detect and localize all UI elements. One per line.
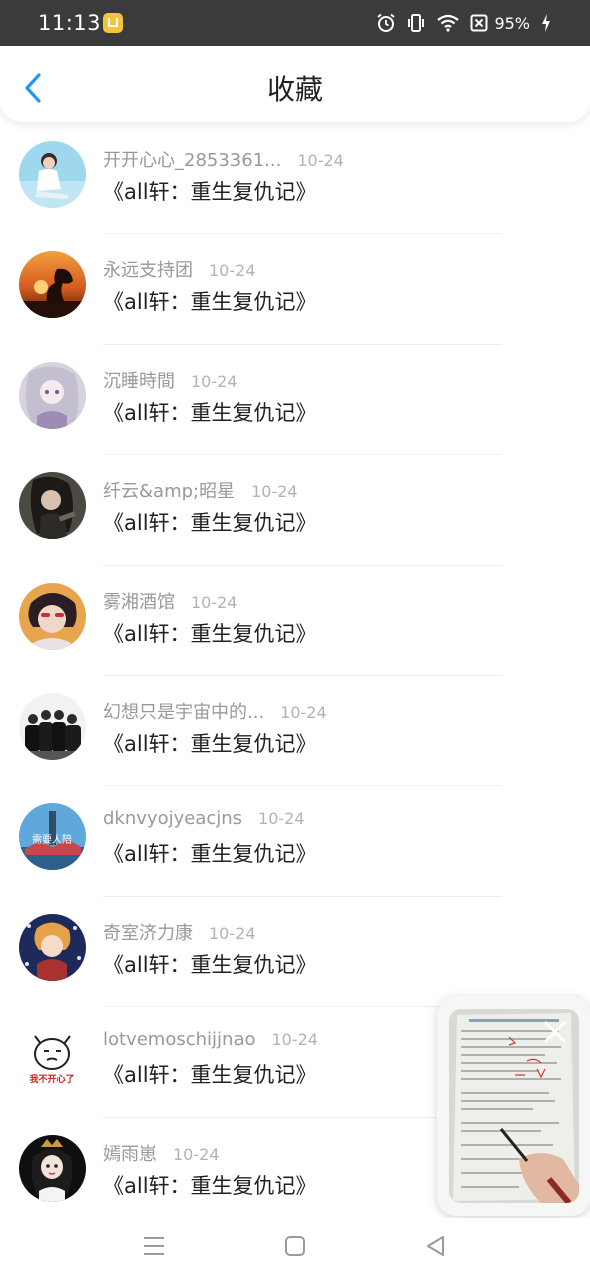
item-meta: 嫣雨崽 10-24: [103, 1140, 220, 1166]
wifi-icon: [437, 14, 460, 32]
date: 10-24: [173, 1144, 220, 1164]
item-meta: lotvemoschijjnao 10-24: [103, 1029, 318, 1050]
status-icons: 95%: [376, 11, 552, 35]
avatar-text: 需要人陪: [32, 833, 72, 846]
username[interactable]: 开开心心_2853361...: [103, 146, 281, 172]
header: 收藏: [0, 46, 590, 122]
collection-title[interactable]: 《all轩：重生复仇记》: [103, 1170, 317, 1200]
item-meta: 纤云&amp;昭星 10-24: [103, 477, 298, 503]
status-bar: 11:13 95%: [0, 0, 590, 46]
collection-title[interactable]: 《all轩：重生复仇记》: [103, 507, 317, 537]
menu-icon[interactable]: [139, 1231, 169, 1261]
date: 10-24: [209, 923, 256, 943]
collection-title[interactable]: 《all轩：重生复仇记》: [103, 397, 317, 427]
status-time: 11:13: [38, 11, 102, 35]
avatar[interactable]: [19, 582, 86, 650]
item-meta: 沉睡時間 10-24: [103, 367, 238, 393]
notification-app-icon: [103, 13, 123, 33]
avatar[interactable]: [19, 913, 86, 981]
item-meta: 奇室济力康 10-24: [103, 919, 256, 945]
date: 10-24: [191, 371, 238, 391]
sim-off-icon: [470, 14, 488, 32]
date: 10-24: [251, 482, 298, 502]
username[interactable]: 幻想只是宇宙中的...: [103, 698, 264, 724]
collection-title[interactable]: 《all轩：重生复仇记》: [103, 1059, 317, 1089]
avatar[interactable]: [19, 361, 86, 429]
vibrate-icon: [408, 14, 425, 32]
username[interactable]: 嫣雨崽: [103, 1140, 157, 1166]
avatar[interactable]: [19, 472, 86, 540]
list-item[interactable]: 沉睡時間 10-24 《all轩：重生复仇记》: [0, 345, 590, 456]
collection-title[interactable]: 《all轩：重生复仇记》: [103, 176, 317, 206]
date: 10-24: [209, 261, 256, 281]
item-meta: 永远支持团 10-24: [103, 256, 256, 282]
list-item[interactable]: 开开心心_2853361... 10-24 《all轩：重生复仇记》: [0, 124, 590, 235]
avatar-text: 我不开心了: [29, 1073, 74, 1085]
item-meta: 开开心心_2853361... 10-24: [103, 146, 344, 172]
username[interactable]: lotvemoschijjnao: [103, 1029, 255, 1050]
list-item[interactable]: 雾湘酒馆 10-24 《all轩：重生复仇记》: [0, 566, 590, 676]
home-icon[interactable]: [280, 1231, 310, 1261]
avatar[interactable]: [19, 1134, 86, 1202]
date: 10-24: [258, 809, 305, 829]
battery-charging-icon: [542, 14, 550, 32]
username[interactable]: dknvyojyeacjns: [103, 808, 242, 829]
item-meta: 幻想只是宇宙中的... 10-24: [103, 698, 327, 724]
collection-title[interactable]: 《all轩：重生复仇记》: [103, 949, 317, 979]
avatar[interactable]: [19, 692, 86, 760]
back-triangle-icon[interactable]: [421, 1231, 451, 1261]
date: 10-24: [271, 1030, 318, 1050]
username[interactable]: 雾湘酒馆: [103, 588, 175, 614]
date: 10-24: [191, 592, 238, 612]
battery-percentage: 95%: [494, 13, 530, 33]
username[interactable]: 永远支持团: [103, 256, 193, 282]
collection-title[interactable]: 《all轩：重生复仇记》: [103, 618, 317, 648]
close-icon[interactable]: [543, 1020, 567, 1044]
date: 10-24: [280, 702, 327, 722]
list-item[interactable]: 幻想只是宇宙中的... 10-24 《all轩：重生复仇记》: [0, 676, 590, 787]
collection-title[interactable]: 《all轩：重生复仇记》: [103, 286, 317, 316]
item-meta: 雾湘酒馆 10-24: [103, 588, 238, 614]
collection-title[interactable]: 《all轩：重生复仇记》: [103, 838, 317, 868]
avatar[interactable]: [19, 141, 86, 208]
username[interactable]: 沉睡時間: [103, 367, 175, 393]
list-item[interactable]: 需要人陪 dknvyojyeacjns 10-24 《all轩：重生复仇记》: [0, 786, 590, 897]
list-item[interactable]: 奇室济力康 10-24 《all轩：重生复仇记》: [0, 897, 590, 1008]
alarm-icon: [377, 13, 396, 32]
system-navigation-bar: [0, 1218, 590, 1280]
list-item[interactable]: 纤云&amp;昭星 10-24 《all轩：重生复仇记》: [0, 455, 590, 566]
page-title: 收藏: [266, 73, 323, 106]
collection-title[interactable]: 《all轩：重生复仇记》: [103, 728, 317, 758]
date: 10-24: [297, 151, 344, 170]
floating-video-player[interactable]: [437, 996, 590, 1216]
avatar[interactable]: 我不开心了: [19, 1024, 86, 1092]
list-item[interactable]: 永远支持团 10-24 《all轩：重生复仇记》: [0, 234, 590, 345]
avatar[interactable]: [19, 251, 86, 319]
avatar[interactable]: 需要人陪: [19, 803, 86, 871]
username[interactable]: 奇室济力康: [103, 919, 193, 945]
item-meta: dknvyojyeacjns 10-24: [103, 808, 305, 829]
username[interactable]: 纤云&amp;昭星: [103, 477, 235, 503]
